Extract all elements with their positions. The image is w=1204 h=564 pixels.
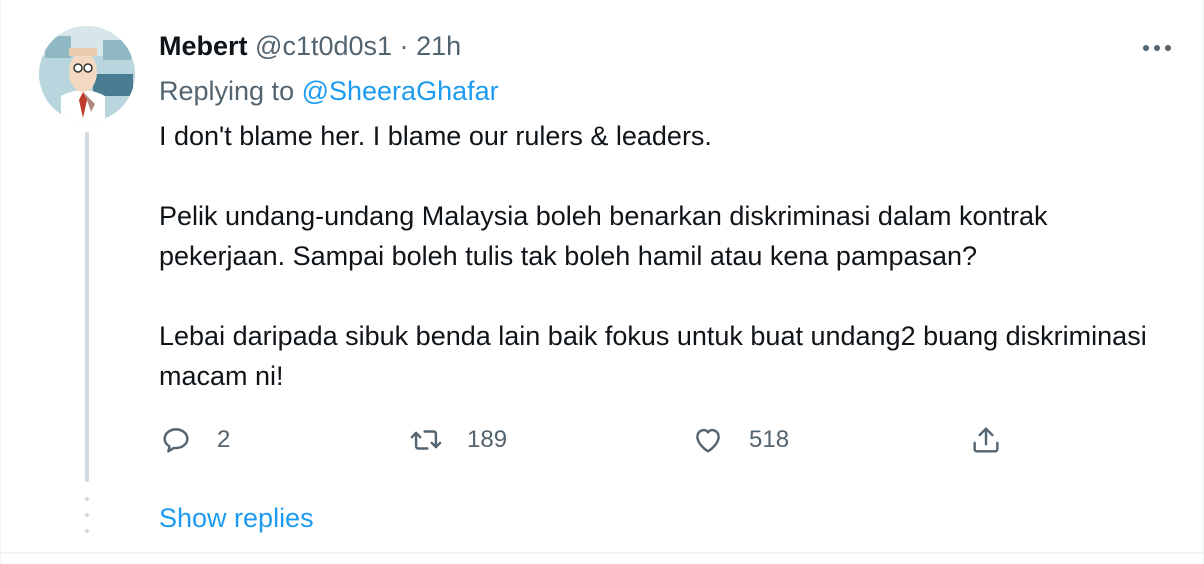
reply-count: 2 [217,426,231,453]
replying-to: Replying to @SheeraGhafar [159,73,499,109]
share-icon [973,427,999,453]
reply-button[interactable]: 2 [159,420,230,460]
thread-line [85,132,89,482]
replying-to-mention[interactable]: @SheeraGhafar [302,76,499,106]
show-replies-link[interactable]: Show replies [159,500,314,536]
share-button[interactable] [969,420,1003,460]
tweet-text: I don't blame her. I blame our rulers & … [159,116,1169,396]
retweet-icon [410,430,442,450]
tweet-actions: 2 189 518 [159,420,1019,460]
like-button[interactable]: 518 [691,420,789,460]
thread-dots [85,497,89,533]
retweet-count: 189 [467,426,508,453]
author-name[interactable]: Mebert [159,31,248,61]
author-handle[interactable]: @c1t0d0s1 [255,31,392,61]
avatar[interactable] [39,26,135,122]
reply-icon [163,428,189,453]
avatar-image [39,26,135,122]
tweet-paragraph: Pelik undang-undang Malaysia boleh benar… [159,201,1056,271]
tweet-paragraph: I don't blame her. I blame our rulers & … [159,121,712,151]
divider [1,552,1203,554]
timestamp[interactable]: 21h [416,31,461,61]
like-icon [696,428,720,453]
replying-prefix: Replying to [159,76,302,106]
separator-dot: · [399,31,409,61]
like-count: 518 [749,426,790,453]
more-button[interactable] [1137,30,1177,66]
tweet-header: Mebert @c1t0d0s1 · 21h [159,28,461,64]
tweet-card[interactable]: Mebert @c1t0d0s1 · 21h Replying to @Shee… [0,0,1204,564]
tweet-paragraph: Lebai daripada sibuk benda lain baik fok… [159,321,1155,391]
retweet-button[interactable]: 189 [409,420,507,460]
more-icon [1143,45,1171,51]
